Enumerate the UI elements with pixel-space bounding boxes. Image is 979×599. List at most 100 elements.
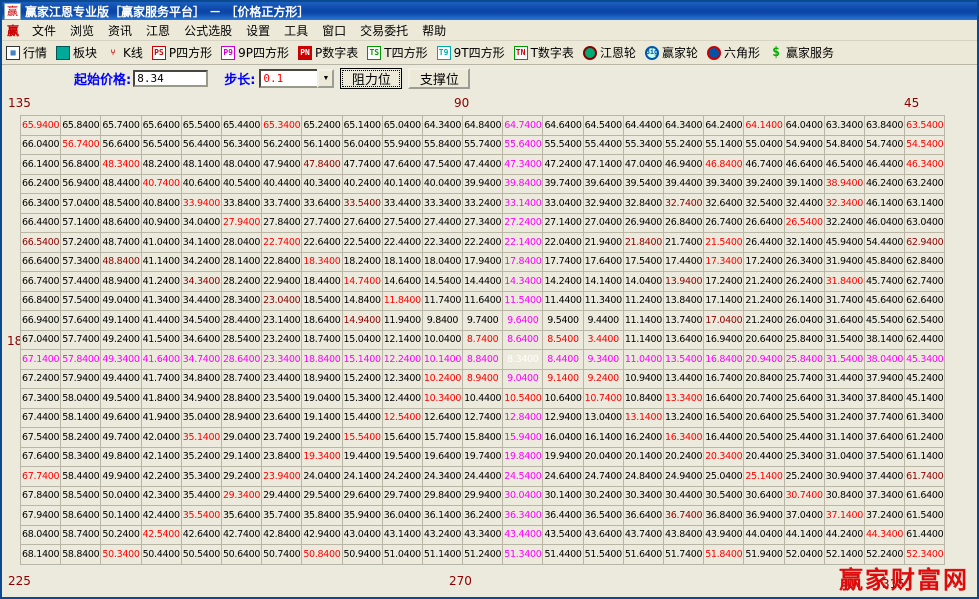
price-cell[interactable]: 27.6400 <box>342 213 382 233</box>
price-cell[interactable]: 35.7400 <box>262 506 302 526</box>
price-cell[interactable]: 46.4400 <box>864 155 904 175</box>
price-cell[interactable]: 25.5400 <box>784 408 824 428</box>
price-cell[interactable]: 47.2400 <box>543 155 583 175</box>
price-cell[interactable]: 67.6400 <box>21 447 61 467</box>
price-cell[interactable]: 25.8400 <box>784 330 824 350</box>
price-cell[interactable]: 22.5400 <box>342 233 382 253</box>
price-cell[interactable]: 63.2400 <box>905 174 945 194</box>
price-cell[interactable]: 68.1400 <box>21 545 61 565</box>
price-cell[interactable]: 47.0400 <box>623 155 663 175</box>
price-cell[interactable]: 28.8400 <box>221 389 261 409</box>
price-cell[interactable]: 64.7400 <box>503 116 543 136</box>
price-cell[interactable]: 43.9400 <box>704 525 744 545</box>
price-cell[interactable]: 16.5400 <box>704 408 744 428</box>
price-cell[interactable]: 48.0400 <box>221 155 261 175</box>
price-cell[interactable]: 29.0400 <box>221 428 261 448</box>
price-cell[interactable]: 32.1400 <box>784 233 824 253</box>
price-square-grid[interactable]: 65.940065.840065.740065.640065.540065.44… <box>20 115 945 565</box>
price-cell[interactable]: 63.3400 <box>824 116 864 136</box>
price-cell[interactable]: 64.5400 <box>583 116 623 136</box>
price-cell[interactable]: 11.8400 <box>382 291 422 311</box>
price-cell[interactable]: 19.1400 <box>302 408 342 428</box>
price-cell[interactable]: 42.6400 <box>181 525 221 545</box>
price-cell[interactable]: 64.6400 <box>543 116 583 136</box>
price-cell[interactable]: 29.3400 <box>221 486 261 506</box>
price-cell[interactable]: 10.2400 <box>422 369 462 389</box>
price-cell[interactable]: 14.3400 <box>503 272 543 292</box>
price-cell[interactable]: 15.6400 <box>382 428 422 448</box>
price-cell[interactable]: 13.7400 <box>664 311 704 331</box>
price-cell[interactable]: 61.2400 <box>905 428 945 448</box>
price-cell[interactable]: 26.4400 <box>744 233 784 253</box>
price-cell[interactable]: 17.6400 <box>583 252 623 272</box>
price-cell[interactable]: 51.6400 <box>623 545 663 565</box>
price-cell[interactable]: 22.7400 <box>262 233 302 253</box>
price-cell[interactable]: 33.6400 <box>302 194 342 214</box>
price-cell[interactable]: 12.1400 <box>382 330 422 350</box>
price-cell[interactable]: 33.9400 <box>181 194 221 214</box>
price-cell[interactable]: 33.0400 <box>543 194 583 214</box>
price-cell[interactable]: 31.9400 <box>824 252 864 272</box>
price-cell[interactable]: 20.1400 <box>623 447 663 467</box>
price-cell[interactable]: 9.0400 <box>503 369 543 389</box>
toolbar-winner-service[interactable]: $ 赢家服务 <box>769 44 834 61</box>
price-cell[interactable]: 13.6400 <box>664 330 704 350</box>
price-cell[interactable]: 9.5400 <box>543 311 583 331</box>
price-cell[interactable]: 25.8400 <box>784 350 824 370</box>
price-cell[interactable]: 63.0400 <box>905 213 945 233</box>
price-cell[interactable]: 24.7400 <box>583 467 623 487</box>
price-cell[interactable]: 49.2400 <box>101 330 141 350</box>
price-cell[interactable]: 41.3400 <box>141 291 181 311</box>
price-cell[interactable]: 56.0400 <box>342 135 382 155</box>
price-cell[interactable]: 10.5400 <box>503 389 543 409</box>
price-cell[interactable]: 35.3400 <box>181 467 221 487</box>
price-cell[interactable]: 64.8400 <box>463 116 503 136</box>
price-cell[interactable]: 22.6400 <box>302 233 342 253</box>
price-cell[interactable]: 28.5400 <box>221 330 261 350</box>
price-cell[interactable]: 29.8400 <box>422 486 462 506</box>
price-cell[interactable]: 49.5400 <box>101 389 141 409</box>
price-cell[interactable]: 23.2400 <box>262 330 302 350</box>
price-cell[interactable]: 46.7400 <box>744 155 784 175</box>
price-cell[interactable]: 12.7400 <box>463 408 503 428</box>
price-cell[interactable]: 52.0400 <box>784 545 824 565</box>
price-cell[interactable]: 62.6400 <box>905 291 945 311</box>
price-cell[interactable]: 22.8400 <box>262 252 302 272</box>
price-cell[interactable]: 33.8400 <box>221 194 261 214</box>
price-cell[interactable]: 43.7400 <box>623 525 663 545</box>
price-cell[interactable]: 48.3400 <box>101 155 141 175</box>
price-cell[interactable]: 55.4400 <box>583 135 623 155</box>
price-cell[interactable]: 37.5400 <box>864 447 904 467</box>
price-cell[interactable]: 39.7400 <box>543 174 583 194</box>
price-cell[interactable]: 55.2400 <box>664 135 704 155</box>
price-cell[interactable]: 10.7400 <box>583 389 623 409</box>
price-cell[interactable]: 46.9400 <box>664 155 704 175</box>
price-cell[interactable]: 24.8400 <box>623 467 663 487</box>
price-cell[interactable]: 34.4400 <box>181 291 221 311</box>
price-cell[interactable]: 30.3400 <box>623 486 663 506</box>
price-cell[interactable]: 42.0400 <box>141 428 181 448</box>
price-cell[interactable]: 19.4400 <box>342 447 382 467</box>
price-cell[interactable]: 8.5400 <box>543 330 583 350</box>
price-cell[interactable]: 55.6400 <box>503 135 543 155</box>
price-cell[interactable]: 27.2400 <box>503 213 543 233</box>
price-cell[interactable]: 10.8400 <box>623 389 663 409</box>
price-cell[interactable]: 46.8400 <box>704 155 744 175</box>
price-cell[interactable]: 30.1400 <box>543 486 583 506</box>
price-cell[interactable]: 47.9400 <box>262 155 302 175</box>
price-cell[interactable]: 9.8400 <box>422 311 462 331</box>
price-cell[interactable]: 20.0400 <box>583 447 623 467</box>
price-cell[interactable]: 17.2400 <box>704 272 744 292</box>
price-cell[interactable]: 35.2400 <box>181 447 221 467</box>
price-cell[interactable]: 55.5400 <box>543 135 583 155</box>
price-cell[interactable]: 15.8400 <box>463 428 503 448</box>
price-cell[interactable]: 37.4400 <box>864 467 904 487</box>
price-cell[interactable]: 13.5400 <box>664 350 704 370</box>
price-cell[interactable]: 44.3400 <box>864 525 904 545</box>
price-cell[interactable]: 35.6400 <box>221 506 261 526</box>
toolbar-9p-square[interactable]: P9 9P四方形 <box>221 44 289 61</box>
price-cell[interactable]: 45.7400 <box>864 272 904 292</box>
step-value[interactable]: 0.1 <box>259 69 317 88</box>
price-cell[interactable]: 14.1400 <box>583 272 623 292</box>
price-cell[interactable]: 68.0400 <box>21 525 61 545</box>
